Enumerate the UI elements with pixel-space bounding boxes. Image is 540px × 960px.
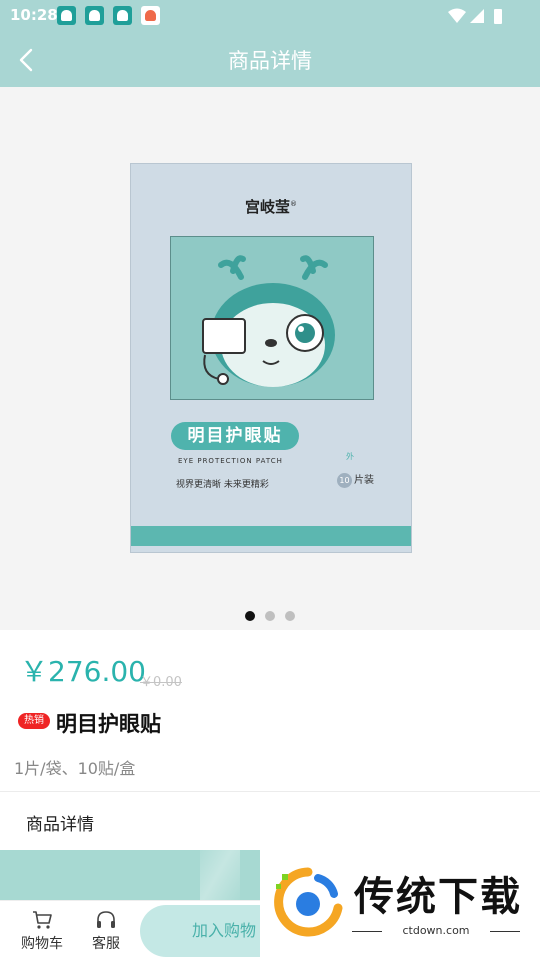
service-label: 客服	[92, 936, 120, 952]
current-price: ￥276.00	[20, 655, 146, 688]
status-time: 10:28	[10, 6, 58, 24]
mascot-illustration	[170, 236, 374, 400]
product-package-image: 宫岐莹® 明目护眼贴 EYE PROTECTION PATCH 外 视界更清晰 …	[130, 163, 412, 553]
package-product-name: 明目护眼贴	[171, 422, 299, 450]
product-name: 明目护眼贴	[56, 712, 161, 736]
package-count: 10 片装	[337, 471, 374, 488]
carousel-indicator	[245, 606, 305, 621]
watermark-emblem-icon	[274, 867, 343, 937]
page-title: 商品详情	[228, 49, 312, 73]
wifi-icon	[448, 8, 466, 23]
system-status-icons	[448, 8, 502, 24]
customer-service-button[interactable]: 客服	[76, 909, 136, 953]
product-spec: 1片/袋、10贴/盒	[14, 759, 136, 778]
hot-sale-badge: 热销	[18, 713, 50, 729]
watermark-url: ctdown.com	[352, 924, 520, 937]
status-bar: 10:28	[0, 0, 540, 32]
app-header: 商品详情	[0, 32, 540, 87]
cart-label: 购物车	[21, 936, 63, 952]
package-english-name: EYE PROTECTION PATCH	[178, 457, 283, 465]
shopping-cart-icon	[33, 911, 52, 929]
cart-button[interactable]: 购物车	[12, 909, 72, 953]
cellular-signal-icon	[470, 9, 484, 23]
detail-image	[0, 850, 262, 900]
product-image-carousel[interactable]: 宫岐莹® 明目护眼贴 EYE PROTECTION PATCH 外 视界更清晰 …	[0, 87, 540, 630]
original-price: ￥0.00	[140, 675, 182, 690]
carousel-dot[interactable]	[285, 611, 295, 621]
battery-icon	[494, 9, 502, 24]
external-use-mark: 外	[346, 452, 354, 461]
headphones-icon	[97, 911, 115, 928]
heart-app-icon	[141, 6, 160, 25]
carousel-dot-active[interactable]	[245, 611, 255, 621]
package-stripe	[131, 526, 411, 546]
watermark-logo: 传统下载 ctdown.com	[260, 850, 540, 960]
detail-section-title: 商品详情	[26, 815, 94, 835]
app-notification-icon	[85, 6, 104, 25]
divider	[0, 791, 540, 792]
app-notification-icon	[113, 6, 132, 25]
watermark-text: 传统下载	[354, 874, 522, 920]
package-brand: 宫岐莹®	[244, 198, 297, 216]
app-notification-icon	[57, 6, 76, 25]
carousel-dot[interactable]	[265, 611, 275, 621]
package-slogan: 视界更清晰 未来更精彩	[176, 480, 269, 490]
